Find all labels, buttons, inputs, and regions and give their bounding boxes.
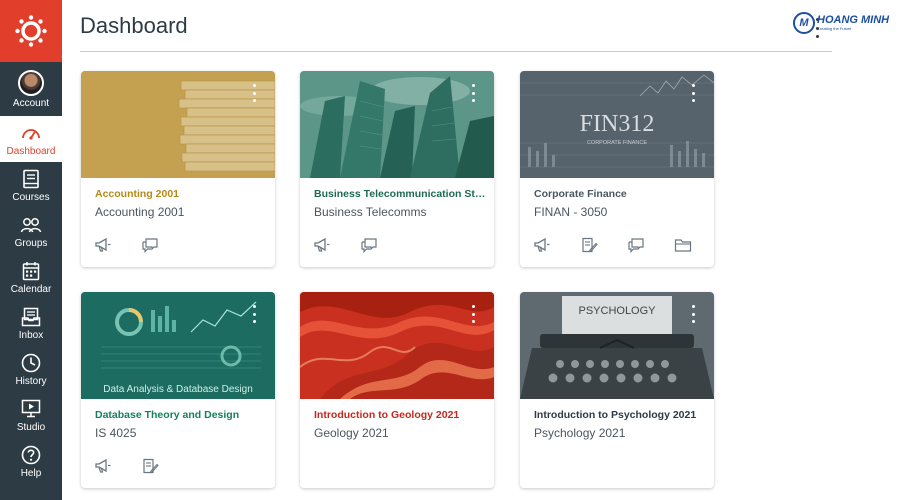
nav-item-inbox[interactable]: Inbox: [0, 300, 62, 346]
nav-item-studio[interactable]: Studio: [0, 392, 62, 438]
nav-item-label: Dashboard: [6, 145, 56, 157]
studio-icon: [20, 398, 42, 420]
brand-logo-icon: M: [793, 12, 815, 34]
nav-item-label: Inbox: [18, 329, 44, 341]
courses-icon: [20, 168, 42, 190]
course-card-psychology[interactable]: PSYCHOLOGY Introduction to Psychology 20…: [520, 292, 714, 488]
course-code: IS 4025: [95, 426, 137, 440]
help-icon: [20, 444, 42, 466]
nav-item-history[interactable]: History: [0, 346, 62, 392]
nav-item-label: Help: [20, 467, 42, 479]
card-options-icon[interactable]: [251, 84, 257, 102]
course-card-accounting[interactable]: Accounting 2001 Accounting 2001: [81, 71, 275, 267]
course-title[interactable]: Database Theory and Design: [95, 409, 267, 421]
header-divider: [80, 51, 832, 52]
inbox-icon: [20, 306, 42, 328]
nav-item-label: Studio: [16, 421, 46, 433]
canvas-logo-icon: [15, 15, 47, 47]
course-code: Accounting 2001: [95, 205, 185, 219]
nav-item-courses[interactable]: Courses: [0, 162, 62, 208]
groups-icon: [20, 214, 42, 236]
announcements-icon[interactable]: [91, 454, 115, 478]
course-title[interactable]: Corporate Finance: [534, 188, 706, 200]
nav-item-help[interactable]: Help: [0, 438, 62, 484]
history-icon: [20, 352, 42, 374]
course-card-image: PSYCHOLOGY: [520, 292, 714, 399]
nav-item-groups[interactable]: Groups: [0, 208, 62, 254]
hero-text: Data Analysis & Database Design: [103, 384, 253, 395]
avatar: [18, 69, 44, 96]
hero-text: FIN312: [580, 111, 655, 137]
card-options-icon[interactable]: [470, 305, 476, 323]
nav-item-calendar[interactable]: Calendar: [0, 254, 62, 300]
course-card-business-telecom[interactable]: Business Telecommunication Strat... Busi…: [300, 71, 494, 267]
assignments-icon[interactable]: [138, 454, 162, 478]
nav-item-label: Calendar: [10, 283, 52, 295]
assignments-icon[interactable]: [577, 233, 601, 257]
canvas-logo[interactable]: [0, 0, 62, 62]
hero-text: PSYCHOLOGY: [578, 305, 656, 317]
global-nav: Account Dashboard Courses Groups Calenda…: [0, 0, 62, 500]
course-title[interactable]: Business Telecommunication Strat...: [314, 188, 486, 200]
nav-item-dashboard[interactable]: Dashboard: [0, 116, 62, 162]
course-card-image: [300, 71, 494, 178]
announcements-icon[interactable]: [530, 233, 554, 257]
dashboard-icon: [20, 122, 42, 144]
files-icon[interactable]: [671, 233, 695, 257]
course-card-image: [300, 292, 494, 399]
announcements-icon[interactable]: [310, 233, 334, 257]
course-code: Business Telecomms: [314, 205, 427, 219]
calendar-icon: [20, 260, 42, 282]
course-card-image: [81, 71, 275, 178]
discussions-icon[interactable]: [357, 233, 381, 257]
nav-item-account[interactable]: Account: [0, 62, 62, 116]
brand-tagline: Creating the Future: [817, 26, 852, 31]
nav-item-label: Groups: [14, 237, 48, 249]
nav-item-label: History: [15, 375, 47, 387]
course-card-database[interactable]: Data Analysis & Database Design Database…: [81, 292, 275, 488]
course-title[interactable]: Accounting 2001: [95, 188, 267, 200]
course-code: Geology 2021: [314, 426, 389, 440]
card-options-icon[interactable]: [251, 305, 257, 323]
course-card-image: Data Analysis & Database Design: [81, 292, 275, 399]
course-card-image: FIN312 CORPORATE FINANCE: [520, 71, 714, 178]
card-options-icon[interactable]: [470, 84, 476, 102]
nav-item-label: Account: [12, 97, 50, 109]
course-title[interactable]: Introduction to Psychology 2021: [534, 409, 706, 421]
hero-subtext: CORPORATE FINANCE: [587, 140, 647, 146]
course-card-corporate-finance[interactable]: FIN312 CORPORATE FINANCE Corporate Finan…: [520, 71, 714, 267]
page-title: Dashboard: [80, 13, 188, 38]
course-card-geology[interactable]: Introduction to Geology 2021 Geology 202…: [300, 292, 494, 488]
brand-name: HOANG MINH: [817, 14, 890, 26]
course-code: Psychology 2021: [534, 426, 626, 440]
nav-item-label: Courses: [12, 191, 50, 203]
course-title[interactable]: Introduction to Geology 2021: [314, 409, 486, 421]
course-code: FINAN - 3050: [534, 205, 608, 219]
brand-watermark: M HOANG MINH Creating the Future: [793, 11, 893, 35]
card-options-icon[interactable]: [690, 305, 696, 323]
discussions-icon[interactable]: [138, 233, 162, 257]
discussions-icon[interactable]: [624, 233, 648, 257]
card-options-icon[interactable]: [690, 84, 696, 102]
announcements-icon[interactable]: [91, 233, 115, 257]
